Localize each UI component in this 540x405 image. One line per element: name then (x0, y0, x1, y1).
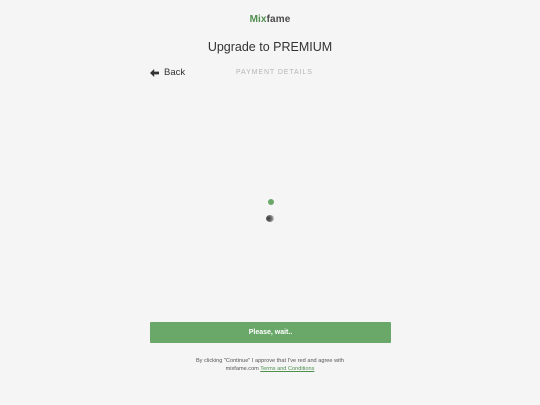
please-wait-button[interactable]: Please, wait.. (150, 322, 391, 343)
terms-link[interactable]: Terms and Conditions (260, 366, 314, 372)
loading-ball-icon (266, 215, 274, 222)
logo-mix: Mix (249, 14, 267, 25)
legal-notice: By clicking "Continue" I approve that I'… (0, 357, 540, 373)
legal-line-1: By clicking "Continue" I approve that I'… (195, 358, 345, 364)
arrow-left-icon (150, 68, 159, 77)
step-label-payment-details: PAYMENT DETAILS (236, 69, 313, 76)
logo-fame: fame (266, 14, 291, 25)
upgrade-page: Mixfame Upgrade to PREMIUM Back PAYMENT … (0, 0, 540, 405)
legal-site-name: mixfame.com (225, 366, 259, 372)
legal-line-2: mixfame.com Terms and Conditions (0, 365, 540, 373)
back-button[interactable]: Back (150, 67, 185, 78)
mixfame-logo[interactable]: Mixfame (0, 14, 540, 25)
back-label: Back (164, 67, 186, 78)
loading-dot-icon (268, 199, 274, 205)
page-title: Upgrade to PREMIUM (207, 40, 333, 54)
